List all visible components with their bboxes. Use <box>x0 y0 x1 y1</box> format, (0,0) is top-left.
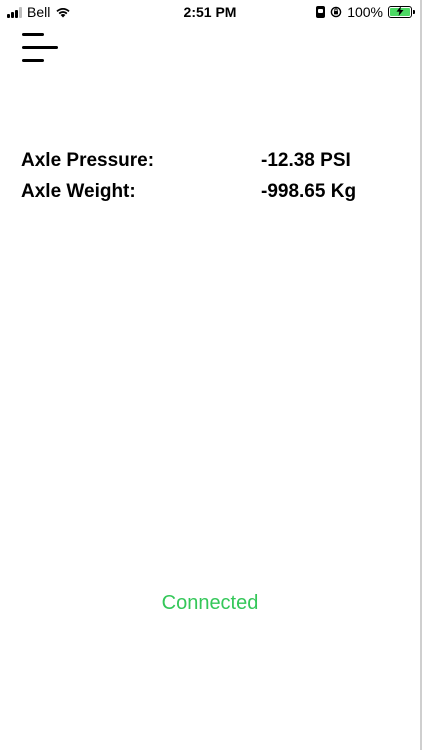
battery-cap <box>413 10 415 14</box>
status-bar-right: 100% <box>316 4 415 20</box>
battery-icon <box>388 6 415 18</box>
axle-pressure-value: -12.38 PSI <box>261 150 351 171</box>
rotation-lock-icon <box>330 6 342 18</box>
status-bar: Bell 2:51 PM 100% <box>0 0 420 24</box>
axle-weight-label: Axle Weight: <box>21 181 136 202</box>
sim-card-icon <box>316 6 326 18</box>
connection-status: Connected <box>161 592 259 614</box>
axle-weight-value: -998.65 Kg <box>261 181 357 202</box>
axle-pressure-label: Axle Pressure: <box>21 150 155 171</box>
charging-bolt-icon <box>396 6 404 16</box>
axle-pressure-row: Axle Pressure: -12.38 PSI <box>21 150 401 176</box>
axle-weight-row: Axle Weight: -998.65 Kg <box>21 181 401 207</box>
battery-percent: 100% <box>347 4 383 20</box>
hamburger-menu-icon[interactable] <box>20 30 62 66</box>
